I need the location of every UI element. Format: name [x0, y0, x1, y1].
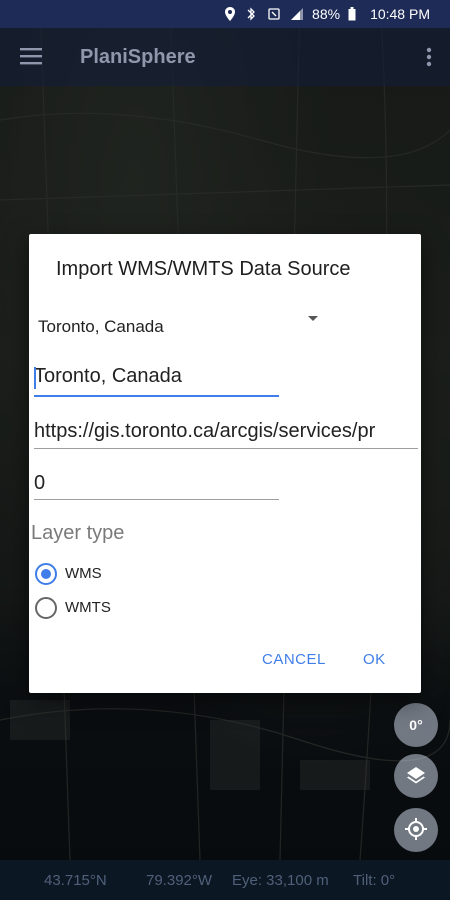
name-field-underline [34, 395, 279, 397]
eye-altitude-readout: Eye: 33,100 m [232, 872, 329, 889]
layers-button[interactable] [394, 754, 438, 798]
coordinates-bar: 43.715°N 79.392°W Eye: 33,100 m Tilt: 0° [0, 860, 450, 900]
url-field-underline [34, 448, 418, 449]
longitude-readout: 79.392°W [146, 872, 213, 889]
nfc-icon [268, 7, 282, 21]
bluetooth-icon [246, 7, 260, 21]
radio-wms[interactable] [35, 563, 57, 585]
battery-icon [348, 7, 362, 21]
dropdown-arrow-icon [308, 316, 318, 321]
hamburger-menu-icon[interactable] [20, 47, 42, 65]
source-select[interactable]: Toronto, Canada [38, 314, 328, 342]
url-field-value: https://gis.toronto.ca/arcgis/services/p… [34, 420, 376, 442]
index-field-value: 0 [34, 472, 46, 494]
ok-button[interactable]: OK [363, 651, 386, 668]
layer-type-label: Layer type [31, 522, 125, 544]
index-field[interactable]: 0 [34, 472, 279, 506]
battery-percent: 88% [312, 6, 341, 22]
app-title: PlaniSphere [80, 46, 196, 68]
cancel-button[interactable]: CANCEL [262, 651, 326, 668]
radio-wmts[interactable] [35, 597, 57, 619]
compass-button[interactable]: 0° [394, 703, 438, 747]
radio-wms-label[interactable]: WMS [65, 565, 102, 582]
latitude-readout: 43.715°N [44, 872, 107, 889]
location-icon [224, 7, 238, 21]
layers-icon [405, 764, 427, 789]
radio-ring [35, 597, 57, 619]
name-field-value: Toronto, Canada [34, 365, 182, 387]
my-location-button[interactable] [394, 808, 438, 852]
more-vert-icon[interactable] [426, 46, 432, 68]
url-field[interactable]: https://gis.toronto.ca/arcgis/services/p… [34, 420, 418, 454]
index-field-underline [34, 499, 279, 500]
signal-icon [290, 7, 304, 21]
tilt-readout: Tilt: 0° [353, 872, 396, 889]
status-time: 10:48 PM [370, 6, 430, 22]
app-bar: PlaniSphere [0, 28, 450, 86]
import-wms-dialog: Import WMS/WMTS Data Source Toronto, Can… [29, 234, 421, 693]
my-location-icon [404, 817, 428, 844]
compass-heading: 0° [409, 717, 423, 733]
radio-dot [41, 569, 51, 579]
radio-wmts-label[interactable]: WMTS [65, 599, 111, 616]
text-cursor [34, 367, 36, 389]
status-bar: 88% 10:48 PM [0, 0, 450, 28]
source-select-value: Toronto, Canada [38, 317, 164, 336]
name-field[interactable]: Toronto, Canada [34, 365, 279, 399]
dialog-title: Import WMS/WMTS Data Source [56, 258, 351, 280]
